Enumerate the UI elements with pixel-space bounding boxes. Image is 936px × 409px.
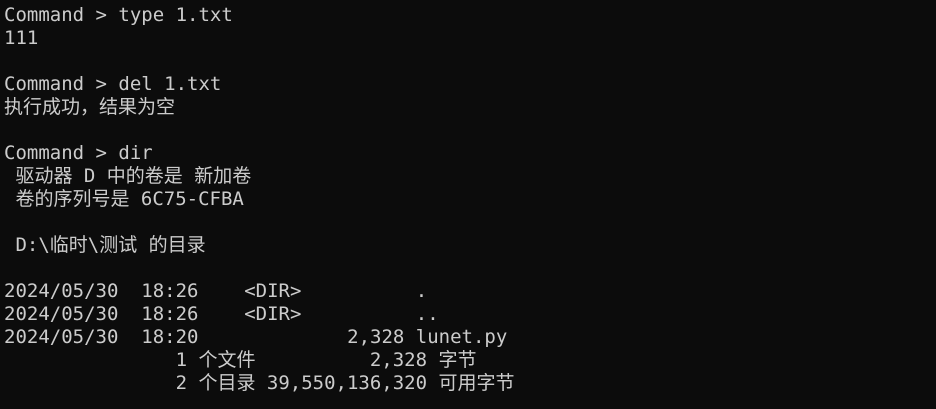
output-line-volume-serial: 卷的序列号是 6C75-CFBA xyxy=(4,188,244,210)
output-line-directory-of: D:\临时\测试 的目录 xyxy=(4,234,206,256)
output-line-volume-name: 驱动器 D 中的卷是 新加卷 xyxy=(4,165,252,187)
output-line-del-result: 执行成功，结果为空 xyxy=(4,96,176,118)
command-line-del: Command > del 1.txt xyxy=(4,73,222,95)
command-line-type: Command > type 1.txt xyxy=(4,4,233,26)
dir-summary-files: 1 个文件 2,328 字节 xyxy=(4,349,477,371)
command-line-dir: Command > dir xyxy=(4,142,153,164)
output-line-type-result: 111 xyxy=(4,27,39,49)
dir-summary-dirs: 2 个目录 39,550,136,320 可用字节 xyxy=(4,372,515,394)
dir-entry-parent: 2024/05/30 18:26 <DIR> .. xyxy=(4,303,439,325)
dir-entry-current: 2024/05/30 18:26 <DIR> . xyxy=(4,280,428,302)
dir-entry-file: 2024/05/30 18:20 2,328 lunet.py xyxy=(4,326,508,348)
terminal-output[interactable]: Command > type 1.txt 111 Command > del 1… xyxy=(0,0,936,409)
